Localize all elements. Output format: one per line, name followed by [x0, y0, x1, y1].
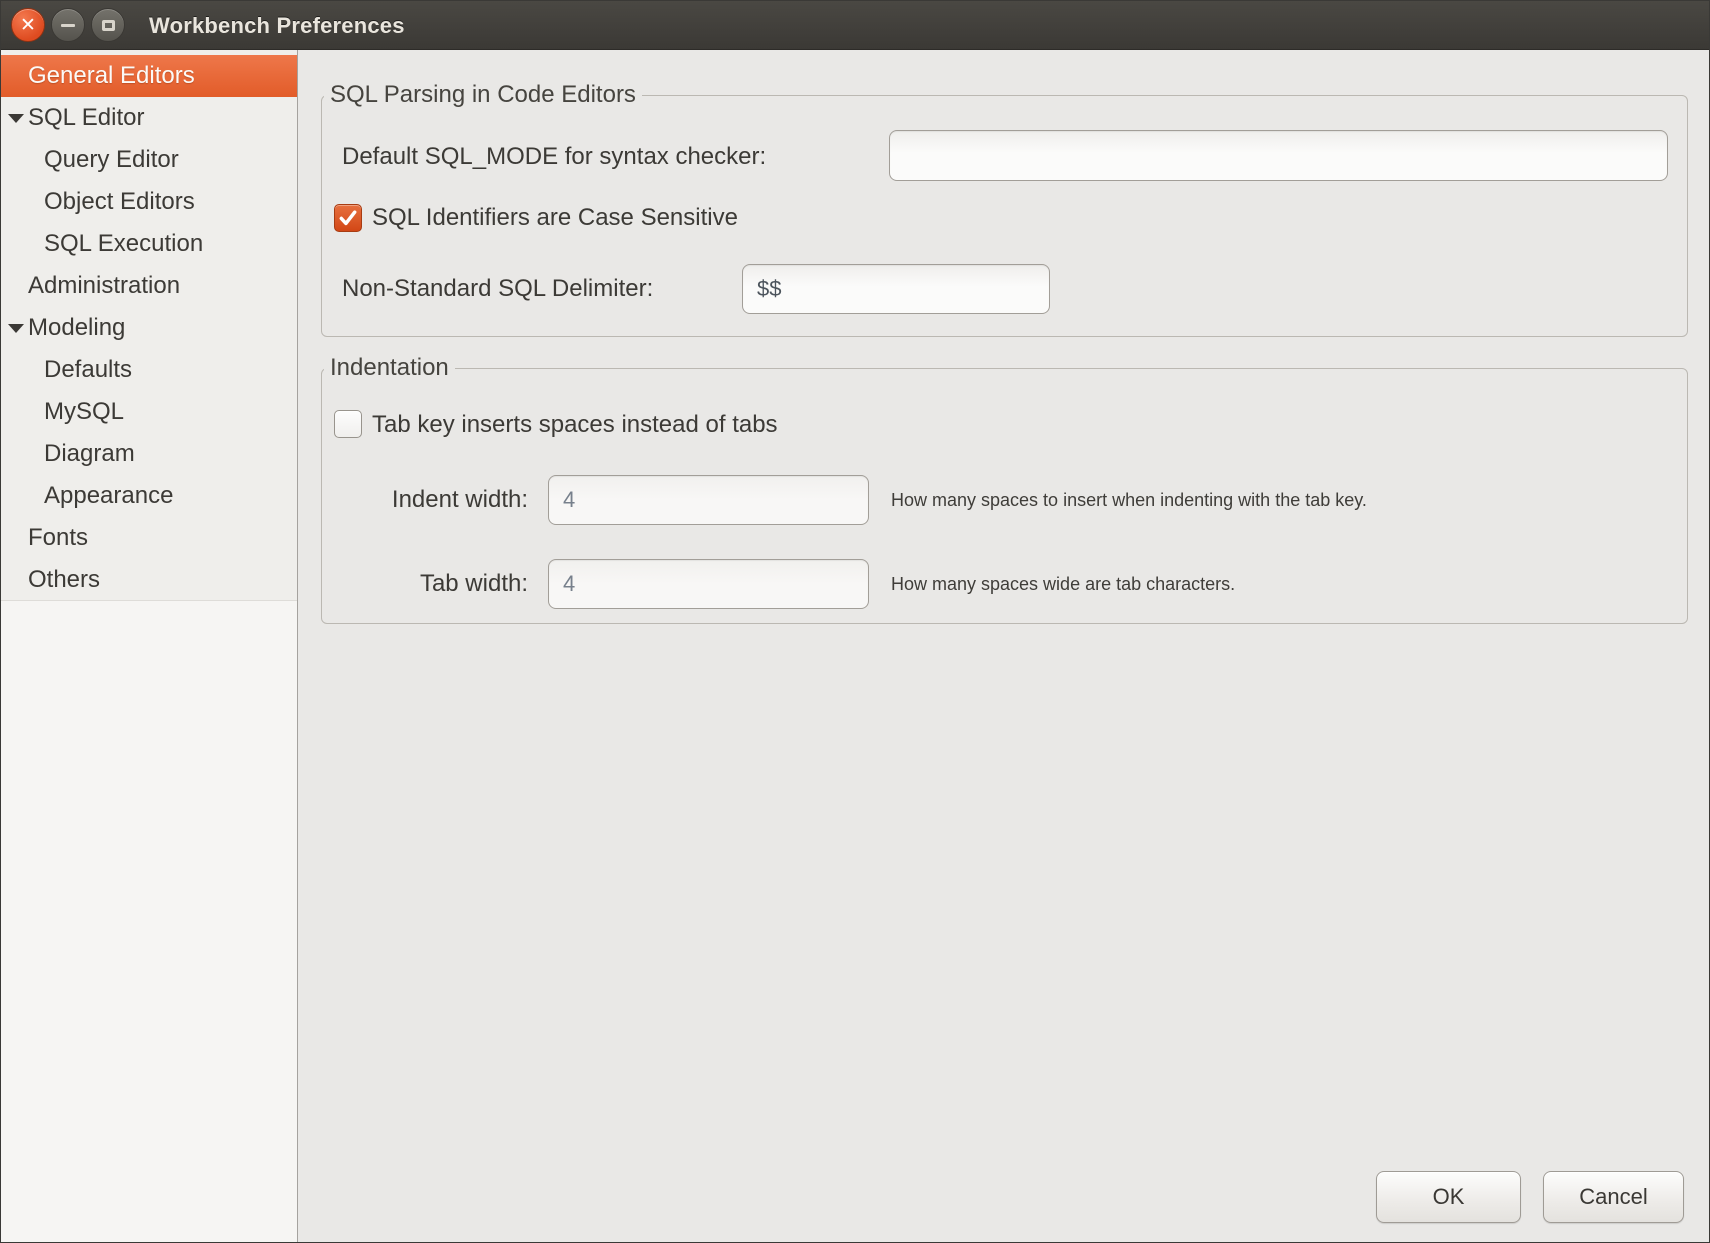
sidebar-item-mysql[interactable]: MySQL [1, 391, 297, 433]
sidebar-item-defaults[interactable]: Defaults [1, 349, 297, 391]
window-title: Workbench Preferences [149, 1, 405, 50]
sidebar-item-label: MySQL [44, 398, 124, 426]
sidebar-item-sql-editor[interactable]: SQL Editor [1, 97, 297, 139]
tab-width-description: How many spaces wide are tab characters. [891, 574, 1235, 595]
group-title: SQL Parsing in Code Editors [324, 81, 642, 109]
sidebar-item-label: Defaults [44, 356, 132, 384]
close-icon: ✕ [20, 16, 36, 35]
delimiter-input[interactable] [742, 264, 1050, 314]
indent-width-label: Indent width: [322, 486, 528, 514]
sidebar-list: General Editors SQL Editor Query Editor … [1, 50, 297, 601]
sidebar-item-modeling[interactable]: Modeling [1, 307, 297, 349]
sidebar-item-label: Object Editors [44, 188, 195, 216]
sidebar-item-label: Query Editor [44, 146, 179, 174]
checkmark-icon [338, 208, 358, 228]
preferences-window: ✕ Workbench Preferences General Editors … [0, 0, 1710, 1243]
sidebar-item-object-editors[interactable]: Object Editors [1, 181, 297, 223]
sidebar-item-label: SQL Editor [28, 104, 145, 132]
sidebar-item-label: Modeling [28, 314, 125, 342]
sidebar-item-general-editors[interactable]: General Editors [1, 55, 297, 97]
expander-down-icon[interactable] [8, 114, 24, 123]
group-title: Indentation [324, 354, 455, 382]
preferences-main-panel: SQL Parsing in Code Editors Default SQL_… [298, 50, 1709, 1242]
sql-mode-input[interactable] [889, 130, 1668, 181]
sidebar-item-administration[interactable]: Administration [1, 265, 297, 307]
sidebar-item-label: SQL Execution [44, 230, 203, 258]
sidebar-item-label: Fonts [28, 524, 88, 552]
tab-key-spaces-label[interactable]: Tab key inserts spaces instead of tabs [372, 411, 778, 439]
sidebar-item-label: Others [28, 566, 100, 594]
sql-mode-label: Default SQL_MODE for syntax checker: [342, 143, 766, 171]
maximize-icon [102, 20, 115, 31]
preferences-sidebar: General Editors SQL Editor Query Editor … [1, 50, 298, 1242]
sidebar-item-fonts[interactable]: Fonts [1, 517, 297, 559]
minimize-icon [61, 24, 75, 27]
ok-button[interactable]: OK [1376, 1171, 1521, 1223]
case-sensitive-label[interactable]: SQL Identifiers are Case Sensitive [372, 204, 738, 232]
indent-width-description: How many spaces to insert when indenting… [891, 490, 1367, 511]
sidebar-item-sql-execution[interactable]: SQL Execution [1, 223, 297, 265]
tab-width-label: Tab width: [322, 570, 528, 598]
minimize-button[interactable] [51, 8, 85, 42]
group-sql-parsing: SQL Parsing in Code Editors Default SQL_… [321, 95, 1688, 337]
delimiter-label: Non-Standard SQL Delimiter: [342, 275, 653, 303]
group-indentation: Indentation Tab key inserts spaces inste… [321, 368, 1688, 624]
maximize-button[interactable] [91, 8, 125, 42]
sidebar-item-label: Administration [28, 272, 180, 300]
tab-width-input[interactable] [548, 559, 869, 609]
sidebar-item-others[interactable]: Others [1, 559, 297, 601]
sidebar-item-label: Diagram [44, 440, 135, 468]
sidebar-item-label: General Editors [28, 62, 195, 90]
case-sensitive-checkbox[interactable] [334, 204, 362, 232]
expander-down-icon[interactable] [8, 324, 24, 333]
titlebar: ✕ Workbench Preferences [1, 1, 1709, 50]
tab-key-spaces-checkbox[interactable] [334, 410, 362, 438]
sidebar-item-query-editor[interactable]: Query Editor [1, 139, 297, 181]
close-button[interactable]: ✕ [11, 8, 45, 42]
indent-width-input[interactable] [548, 475, 869, 525]
sidebar-item-label: Appearance [44, 482, 173, 510]
sidebar-item-diagram[interactable]: Diagram [1, 433, 297, 475]
cancel-button[interactable]: Cancel [1543, 1171, 1684, 1223]
sidebar-item-appearance[interactable]: Appearance [1, 475, 297, 517]
